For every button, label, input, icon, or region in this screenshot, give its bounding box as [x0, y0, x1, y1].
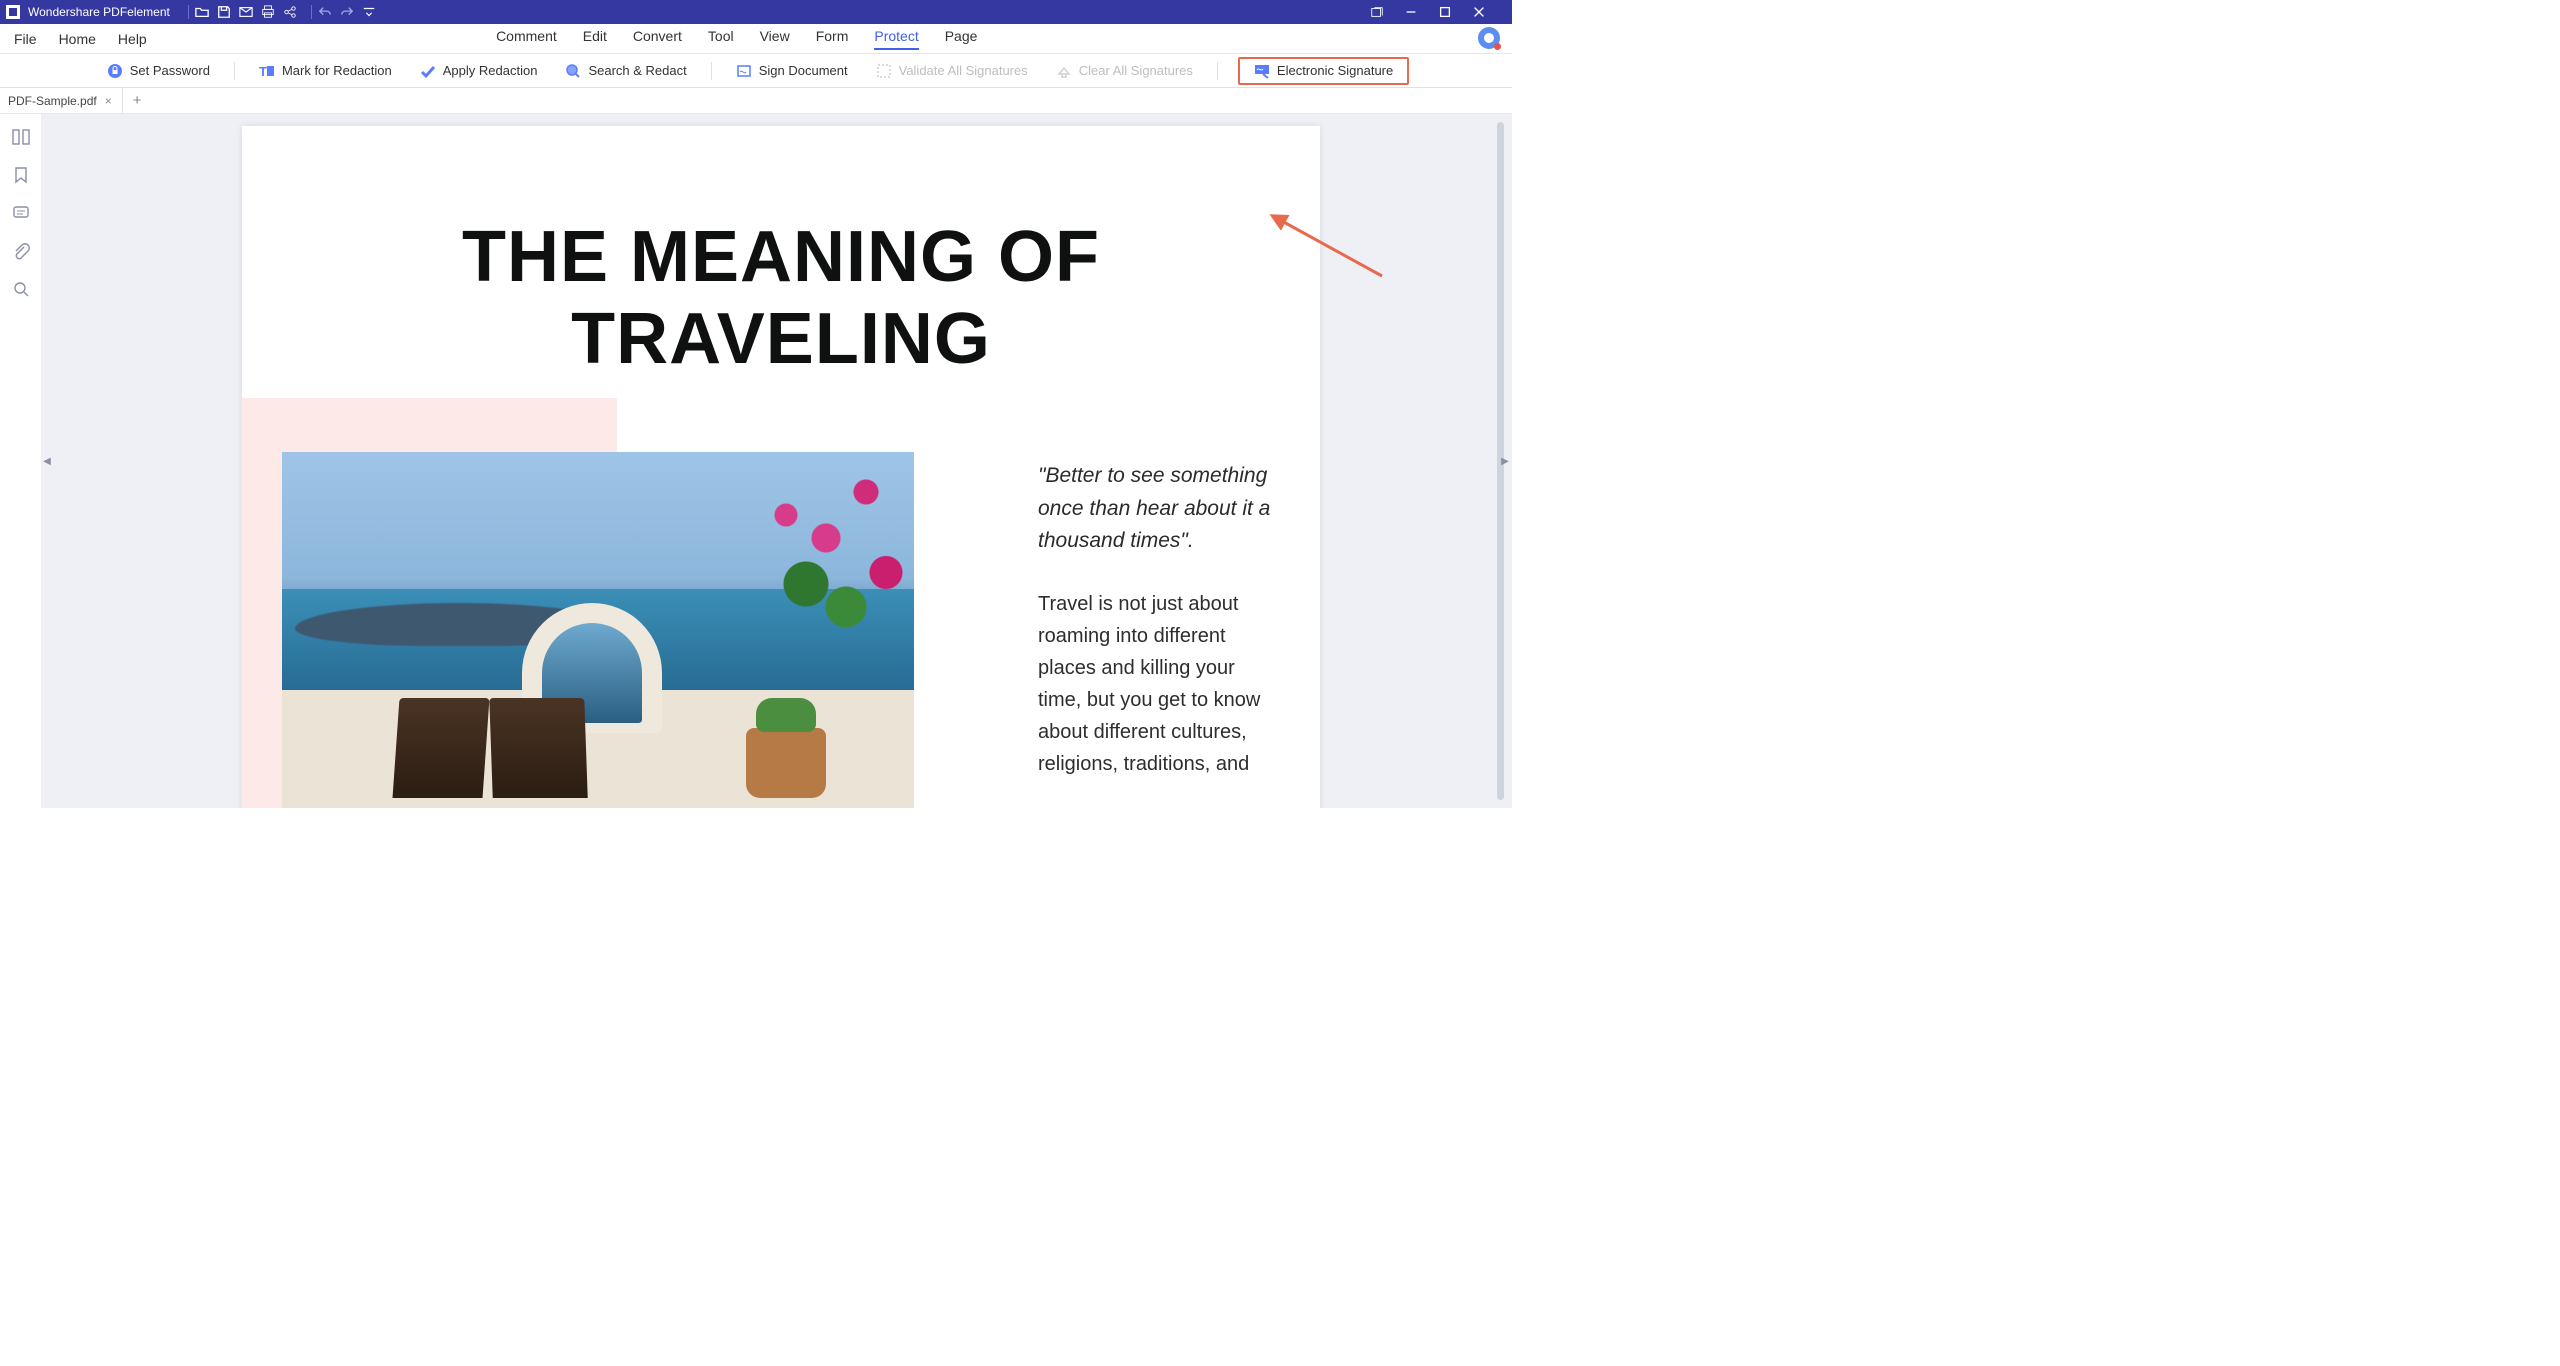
save-icon[interactable]	[217, 5, 239, 19]
app-title: Wondershare PDFelement	[28, 5, 170, 19]
ribbon-separator	[1217, 62, 1218, 80]
clear-signatures-label: Clear All Signatures	[1079, 63, 1193, 78]
menu-help[interactable]: Help	[118, 31, 147, 47]
thumbnails-icon[interactable]	[12, 128, 30, 146]
ribbon-separator	[711, 62, 712, 80]
close-button[interactable]	[1472, 5, 1506, 19]
mark-redaction-icon: T	[259, 63, 275, 79]
sign-document-icon	[736, 63, 752, 79]
undo-icon[interactable]	[318, 5, 340, 19]
document-tab-label: PDF-Sample.pdf	[8, 94, 97, 108]
validate-signatures-icon	[876, 63, 892, 79]
apply-redaction-label: Apply Redaction	[443, 63, 538, 78]
document-canvas[interactable]: THE MEANING OF TRAVELING "Better to see …	[42, 114, 1512, 808]
validate-signatures-button: Validate All Signatures	[872, 61, 1032, 81]
apply-redaction-icon	[420, 63, 436, 79]
sign-document-button[interactable]: Sign Document	[732, 61, 852, 81]
sign-document-label: Sign Document	[759, 63, 848, 78]
search-icon[interactable]	[12, 280, 30, 298]
pdf-page: THE MEANING OF TRAVELING "Better to see …	[242, 126, 1320, 808]
menu-file[interactable]: File	[14, 31, 37, 47]
close-tab-icon[interactable]: ×	[105, 94, 112, 108]
attachments-icon[interactable]	[12, 242, 30, 260]
menu-page[interactable]: Page	[945, 28, 978, 50]
electronic-signature-icon	[1254, 63, 1270, 79]
clear-signatures-icon	[1056, 63, 1072, 79]
app-logo-icon	[6, 5, 20, 19]
validate-signatures-label: Validate All Signatures	[899, 63, 1028, 78]
account-avatar[interactable]	[1478, 27, 1500, 49]
menu-comment[interactable]: Comment	[496, 28, 557, 50]
menu-tool[interactable]: Tool	[708, 28, 734, 50]
lock-icon	[107, 63, 123, 79]
search-redact-button[interactable]: Search & Redact	[561, 61, 690, 81]
document-quote: "Better to see something once than hear …	[1038, 460, 1282, 558]
document-tab[interactable]: PDF-Sample.pdf ×	[0, 88, 123, 113]
set-password-button[interactable]: Set Password	[103, 61, 214, 81]
electronic-signature-label: Electronic Signature	[1277, 63, 1393, 78]
collapse-right-panel-icon[interactable]: ▶	[1500, 449, 1510, 473]
menu-edit[interactable]: Edit	[583, 28, 607, 50]
electronic-signature-button[interactable]: Electronic Signature	[1238, 57, 1409, 85]
titlebar-separator	[311, 5, 312, 19]
ribbon-separator	[234, 62, 235, 80]
set-password-label: Set Password	[130, 63, 210, 78]
document-body-text: Travel is not just about roaming into di…	[1038, 588, 1282, 780]
menu-home[interactable]: Home	[59, 31, 96, 47]
titlebar-separator	[188, 5, 189, 19]
maximize-button[interactable]	[1438, 5, 1472, 19]
add-tab-button[interactable]: +	[123, 92, 152, 109]
search-redact-label: Search & Redact	[588, 63, 686, 78]
menu-view[interactable]: View	[760, 28, 790, 50]
search-redact-icon	[565, 63, 581, 79]
redo-icon[interactable]	[340, 5, 362, 19]
mark-redaction-label: Mark for Redaction	[282, 63, 392, 78]
menu-form[interactable]: Form	[816, 28, 849, 50]
window-popup-icon[interactable]	[1370, 5, 1404, 19]
mail-icon[interactable]	[239, 5, 261, 19]
menu-convert[interactable]: Convert	[633, 28, 682, 50]
document-photo	[282, 452, 914, 808]
open-file-icon[interactable]	[195, 5, 217, 19]
print-icon[interactable]	[261, 5, 283, 19]
comments-icon[interactable]	[12, 204, 30, 222]
minimize-button[interactable]	[1404, 5, 1438, 19]
mark-redaction-button[interactable]: T Mark for Redaction	[255, 61, 396, 81]
quick-access-dropdown-icon[interactable]	[362, 5, 384, 19]
document-heading: THE MEANING OF TRAVELING	[242, 216, 1320, 380]
bookmark-icon[interactable]	[12, 166, 30, 184]
share-icon[interactable]	[283, 5, 305, 19]
clear-signatures-button: Clear All Signatures	[1052, 61, 1197, 81]
apply-redaction-button[interactable]: Apply Redaction	[416, 61, 542, 81]
menu-protect[interactable]: Protect	[874, 28, 918, 50]
svg-text:T: T	[259, 64, 267, 79]
